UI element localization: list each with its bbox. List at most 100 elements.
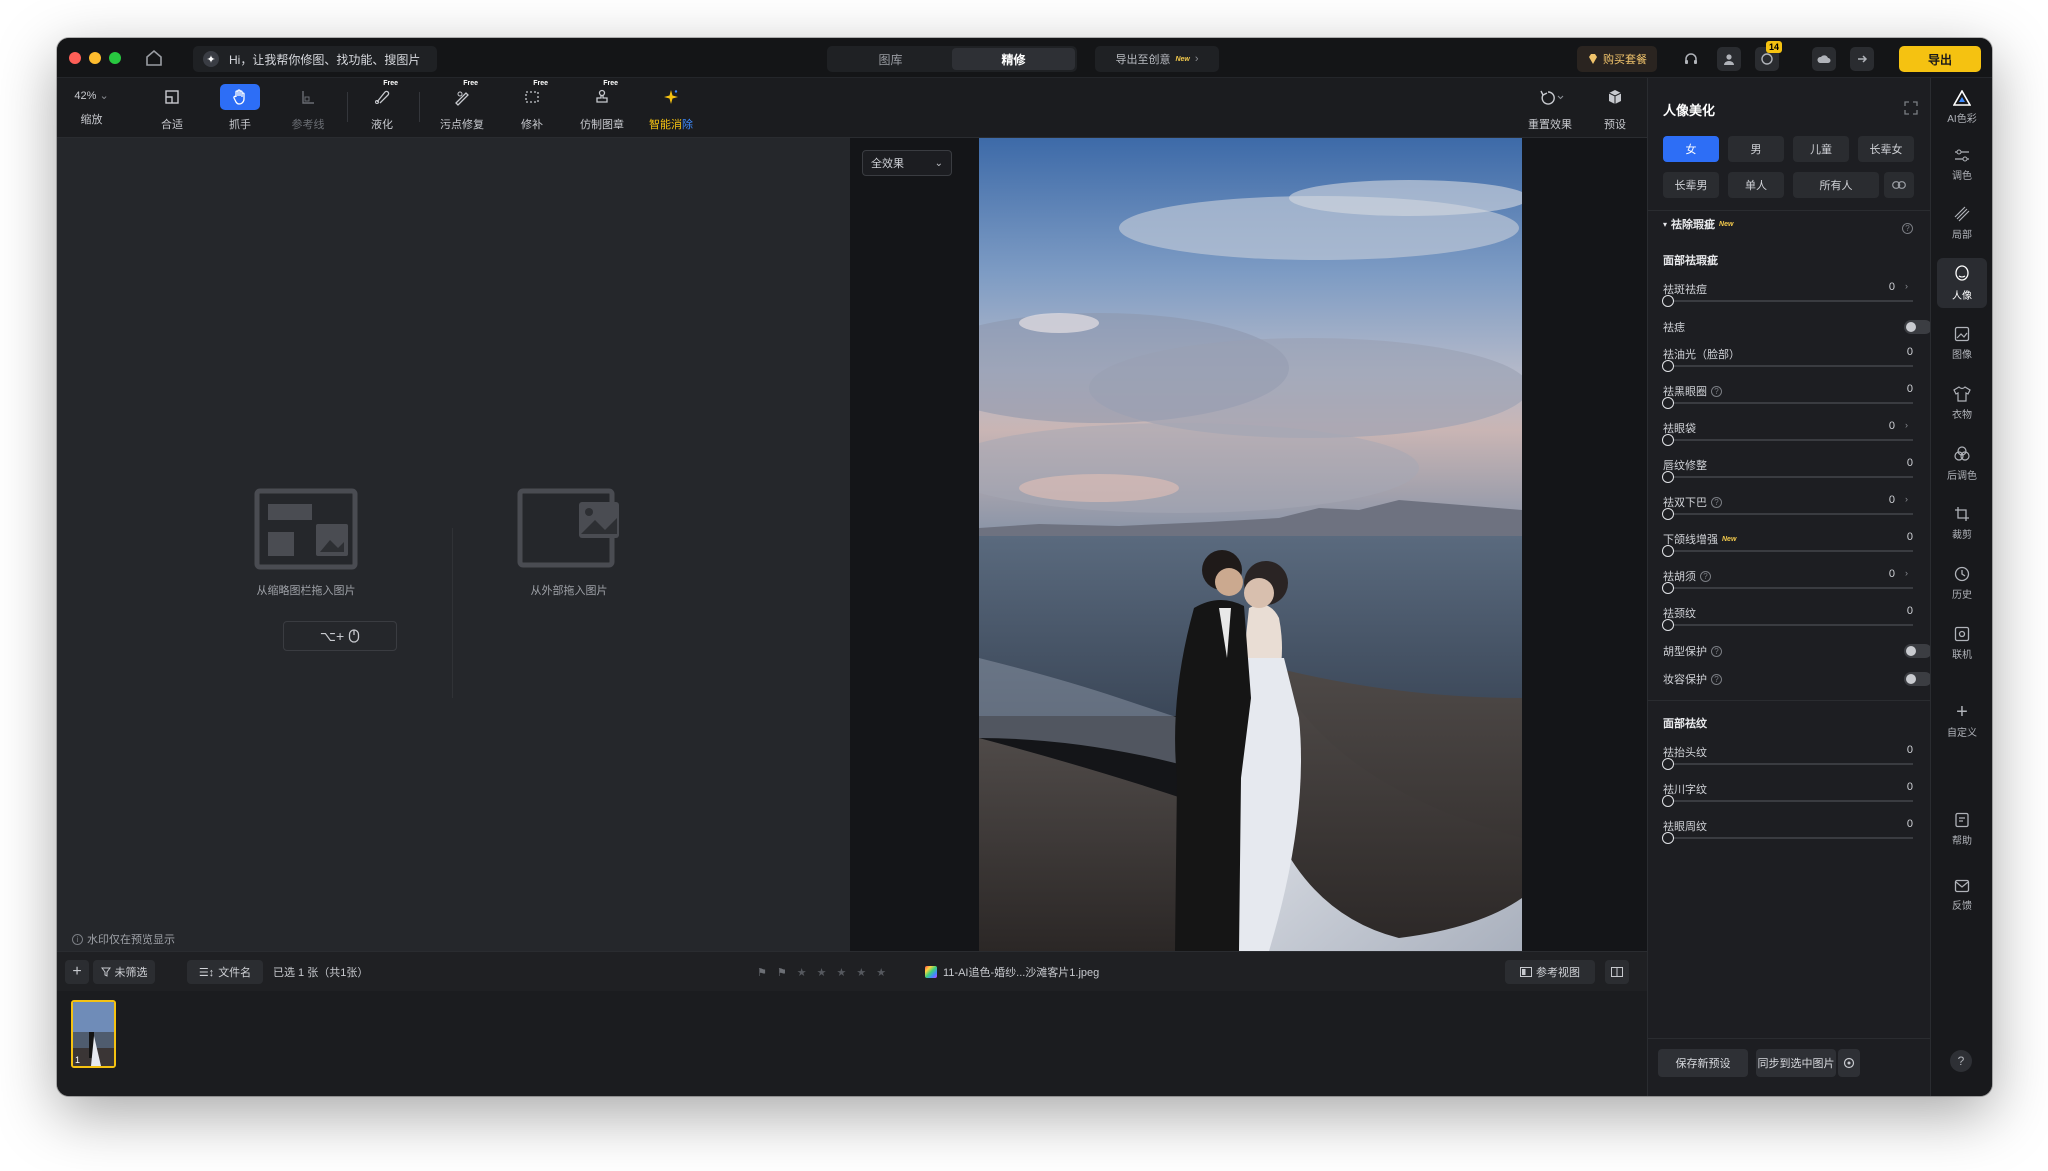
chip-male[interactable]: 男 — [1728, 136, 1784, 162]
sidebar-item-local[interactable]: 局部 — [1937, 198, 1987, 248]
star-icon[interactable]: ★ — [856, 966, 866, 979]
forehead-lines-value[interactable]: 0 — [1888, 744, 1913, 756]
help-icon[interactable]: ? — [1711, 673, 1722, 685]
help-icon[interactable]: ? — [1700, 570, 1711, 582]
star-icon[interactable]: ★ — [817, 966, 827, 979]
sidebar-item-history[interactable]: 历史 — [1937, 558, 1987, 608]
sync-selected-button[interactable]: 同步到选中图片 — [1756, 1049, 1836, 1077]
blemish-section-header[interactable]: ▾ 祛除瑕疵 New — [1663, 216, 1733, 232]
clone-stamp-tool[interactable]: Free 仿制图章 — [567, 78, 637, 138]
reject-flag-icon[interactable]: ⚑ — [777, 966, 787, 979]
reset-effect-button[interactable]: 重置效果 — [1520, 78, 1580, 138]
chip-single[interactable]: 单人 — [1728, 172, 1784, 198]
reference-view-button[interactable]: 参考视图 — [1505, 960, 1595, 984]
star-icon[interactable]: ★ — [876, 966, 886, 979]
help-icon[interactable]: ? — [1711, 645, 1722, 657]
forehead-lines-slider-track[interactable] — [1668, 763, 1913, 765]
add-photo-button[interactable]: + — [65, 960, 89, 984]
sidebar-item-image[interactable]: 图像 — [1937, 318, 1987, 368]
ai-assistant-input[interactable]: ✦ Hi，让我帮你修图、找功能、搜图片 — [193, 46, 437, 72]
minimize-window-button[interactable] — [89, 52, 101, 64]
eye-bags-value[interactable]: 0 — [1889, 420, 1895, 432]
oil-shine-slider-knob[interactable] — [1662, 360, 1674, 372]
jawline-value[interactable]: 0 — [1888, 531, 1913, 543]
lip-lines-slider-knob[interactable] — [1662, 471, 1674, 483]
spot-acne-value[interactable]: 0 — [1889, 281, 1895, 293]
reference-drop-panel[interactable]: 从缩略图栏拖入图片 ⌥+ 从外部拖入图片 i 水印仅在预览显示 — [57, 138, 850, 951]
tab-gallery[interactable]: 图库 — [829, 48, 952, 70]
liquify-tool[interactable]: Free 液化 — [357, 78, 407, 138]
spot-acne-slider-knob[interactable] — [1662, 295, 1674, 307]
user-avatar-icon[interactable] — [1717, 47, 1741, 71]
beard-slider-knob[interactable] — [1662, 582, 1674, 594]
ai-erase-tool[interactable]: 智能消除 — [641, 78, 701, 138]
oil-shine-value[interactable]: 0 — [1888, 346, 1913, 358]
star-icon[interactable]: ★ — [797, 966, 807, 979]
neck-lines-slider-track[interactable] — [1668, 624, 1913, 626]
main-photo[interactable] — [979, 138, 1522, 951]
makeup-protect-toggle[interactable] — [1904, 672, 1932, 686]
close-window-button[interactable] — [69, 52, 81, 64]
settings-icon[interactable] — [1838, 1049, 1860, 1077]
headset-icon[interactable] — [1679, 47, 1703, 71]
sidebar-item-portrait[interactable]: 人像 — [1937, 258, 1987, 308]
frown-lines-slider-track[interactable] — [1668, 800, 1913, 802]
help-icon[interactable]: ? — [1711, 385, 1722, 397]
chevron-right-icon[interactable]: › — [1905, 568, 1908, 580]
hand-tool[interactable]: 抓手 — [215, 78, 265, 138]
double-chin-slider-track[interactable] — [1668, 513, 1913, 515]
sidebar-item-post-color[interactable]: 后调色 — [1937, 438, 1987, 488]
dark-circles-slider-knob[interactable] — [1662, 397, 1674, 409]
neck-lines-slider-knob[interactable] — [1662, 619, 1674, 631]
sidebar-item-help[interactable]: 帮助 — [1937, 804, 1987, 854]
chevron-right-icon[interactable]: › — [1905, 281, 1908, 293]
beard-value[interactable]: 0 — [1889, 568, 1895, 580]
home-icon[interactable] — [143, 47, 165, 69]
sidebar-item-ai-color[interactable]: AI色彩 — [1937, 82, 1987, 132]
eye-wrinkles-slider-track[interactable] — [1668, 837, 1913, 839]
compare-view-button[interactable] — [1605, 960, 1629, 984]
buy-plan-button[interactable]: 购买套餐 — [1577, 46, 1657, 72]
help-icon[interactable]: ? — [1902, 218, 1913, 236]
frown-lines-slider-knob[interactable] — [1662, 795, 1674, 807]
star-icon[interactable]: ★ — [837, 966, 847, 979]
effect-select[interactable]: 全效果 ⌄ — [862, 150, 952, 176]
drop-from-external-zone[interactable]: 从外部拖入图片 — [517, 488, 621, 598]
save-preset-button[interactable]: 保存新预设 — [1658, 1049, 1748, 1077]
preset-button[interactable]: 预设 — [1595, 78, 1635, 138]
tab-retouch[interactable]: 精修 — [952, 48, 1075, 70]
eye-wrinkles-value[interactable]: 0 — [1888, 818, 1913, 830]
spot-healing-tool[interactable]: Free 污点修复 — [427, 78, 497, 138]
beard-protect-toggle[interactable] — [1904, 644, 1932, 658]
zoom-control[interactable]: 42% ⌄ 缩放 — [69, 78, 114, 138]
cloud-icon[interactable] — [1812, 47, 1836, 71]
link-icon[interactable] — [1884, 172, 1914, 198]
guide-tool[interactable]: 参考线 — [283, 78, 333, 138]
dark-circles-value[interactable]: 0 — [1888, 383, 1913, 395]
arrow-right-icon[interactable] — [1850, 47, 1874, 71]
photo-thumbnail[interactable]: 1 — [71, 1000, 116, 1068]
chip-female[interactable]: 女 — [1663, 136, 1719, 162]
beard-slider-track[interactable] — [1668, 587, 1913, 589]
patch-tool[interactable]: Free 修补 — [507, 78, 557, 138]
dark-circles-slider-track[interactable] — [1668, 402, 1913, 404]
fit-tool[interactable]: 合适 — [147, 78, 197, 138]
lip-lines-value[interactable]: 0 — [1888, 457, 1913, 469]
sidebar-item-tether[interactable]: 联机 — [1937, 618, 1987, 668]
sort-button[interactable]: ☰↕ 文件名 — [187, 960, 263, 984]
neck-lines-value[interactable]: 0 — [1888, 605, 1913, 617]
chevron-right-icon[interactable]: › — [1905, 494, 1908, 506]
help-button[interactable]: ? — [1950, 1050, 1972, 1072]
chevron-right-icon[interactable]: › — [1905, 420, 1908, 432]
eye-bags-slider-knob[interactable] — [1662, 434, 1674, 446]
drop-from-thumbnail-zone[interactable]: 从缩略图栏拖入图片 — [254, 488, 358, 598]
sidebar-item-adjust[interactable]: 调色 — [1937, 140, 1987, 190]
mole-removal-toggle[interactable] — [1904, 320, 1932, 334]
jawline-slider-knob[interactable] — [1662, 545, 1674, 557]
frown-lines-value[interactable]: 0 — [1888, 781, 1913, 793]
flag-icon[interactable]: ⚑ — [757, 966, 767, 979]
double-chin-slider-knob[interactable] — [1662, 508, 1674, 520]
filter-button[interactable]: 未筛选 — [93, 960, 155, 984]
forehead-lines-slider-knob[interactable] — [1662, 758, 1674, 770]
chip-child[interactable]: 儿童 — [1793, 136, 1849, 162]
